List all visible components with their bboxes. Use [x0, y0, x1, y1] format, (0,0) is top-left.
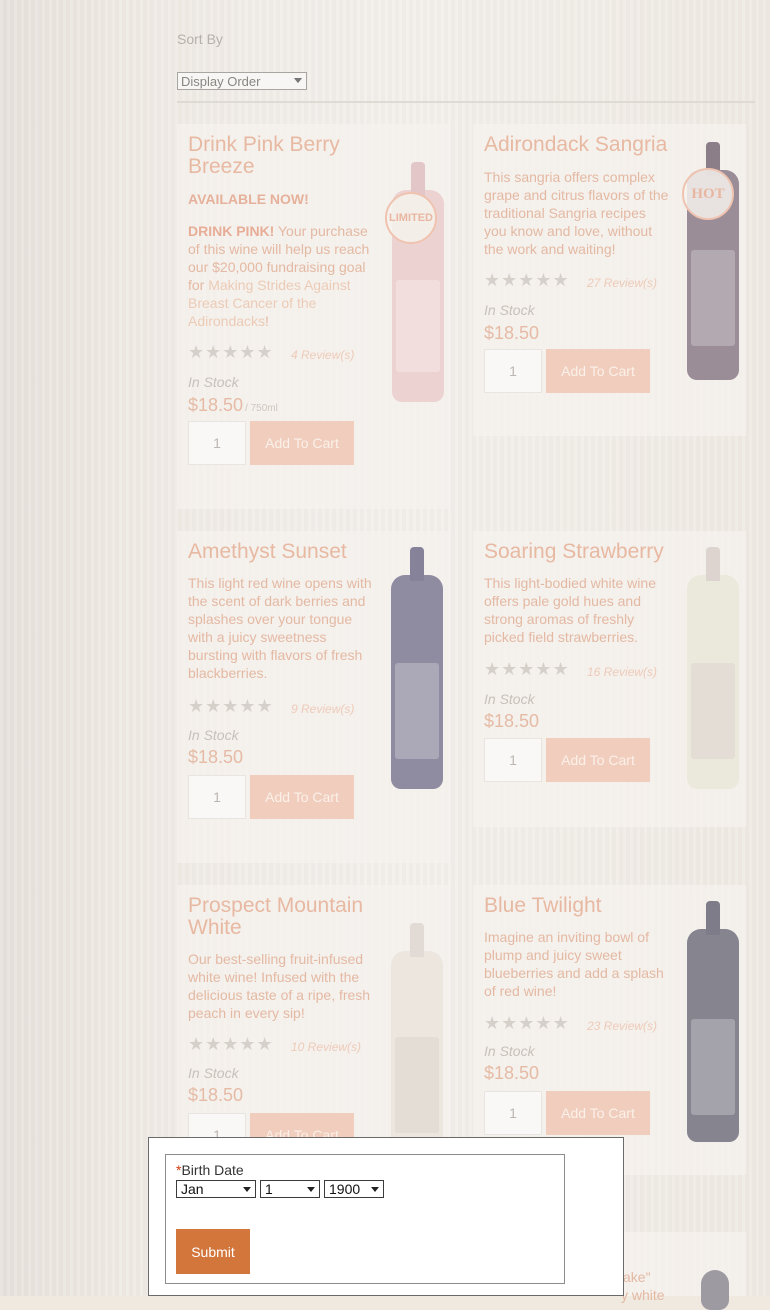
bottle-neck: [706, 547, 720, 581]
rating-stars: ★★★★★: [188, 342, 274, 362]
sort-by-label: Sort By: [177, 31, 223, 47]
rating-stars: ★★★★★: [188, 696, 274, 716]
price-value: $18.50: [188, 395, 244, 415]
price-unit: / 750ml: [245, 403, 278, 414]
availability-note: AVAILABLE NOW!: [188, 191, 309, 207]
chevron-down-icon: [243, 1187, 251, 1192]
add-to-cart-button[interactable]: Add To Cart: [250, 421, 354, 465]
quantity-input[interactable]: 1: [188, 421, 246, 465]
bottle-neck: [706, 901, 720, 935]
day-select[interactable]: 1: [260, 1180, 320, 1198]
price: $18.50: [484, 711, 540, 731]
product-description: AVAILABLE NOW! DRINK PINK! Your purchase…: [188, 190, 378, 330]
product-bottle-image[interactable]: [701, 1270, 729, 1310]
bottle-neck: [410, 547, 424, 581]
day-value: 1: [265, 1181, 273, 1197]
charity-link[interactable]: Making Strides Against Breast Cancer of …: [188, 277, 351, 329]
product-name[interactable]: Adirondack Sangria: [484, 134, 674, 156]
divider: [177, 101, 755, 103]
year-select[interactable]: 1900: [324, 1180, 384, 1198]
product-description: Imagine an inviting bowl of plump and ju…: [484, 929, 664, 999]
bottle-label: [691, 1019, 735, 1115]
bottle-neck: [411, 162, 425, 196]
bottle-label: [691, 663, 735, 759]
stock-status: In Stock: [484, 1043, 535, 1059]
stock-status: In Stock: [188, 374, 239, 390]
price: $18.50/ 750ml: [188, 395, 278, 416]
quantity-input[interactable]: 1: [484, 738, 542, 782]
product-name[interactable]: Soaring Strawberry: [484, 541, 674, 563]
product-listing: Sort By Display Order Drink Pink Berry B…: [0, 0, 770, 1310]
month-value: Jan: [181, 1181, 204, 1197]
product-card: Amethyst Sunset This light red wine open…: [177, 531, 450, 863]
product-bottle-image[interactable]: [687, 547, 739, 789]
partial-desc-line1: ake": [623, 1269, 651, 1285]
bottle-neck: [410, 923, 424, 957]
product-card: Soaring Strawberry This light-bodied whi…: [473, 531, 746, 827]
product-card: Adirondack Sangria This sangria offers c…: [473, 124, 746, 436]
product-description: This light red wine opens with the scent…: [188, 575, 372, 681]
stock-status: In Stock: [188, 727, 239, 743]
submit-button[interactable]: Submit: [176, 1229, 250, 1274]
age-verification-modal: *Birth Date Jan 1 1900 Submit: [148, 1137, 624, 1296]
year-value: 1900: [329, 1181, 361, 1197]
limited-badge-icon: LIMITED: [385, 192, 437, 244]
add-to-cart-button[interactable]: Add To Cart: [546, 738, 650, 782]
product-name[interactable]: Drink Pink Berry Breeze: [188, 134, 378, 178]
rating-stars: ★★★★★: [484, 270, 570, 290]
birth-date-label-text: Birth Date: [181, 1162, 244, 1178]
review-count[interactable]: 9 Review(s): [291, 702, 354, 716]
product-name[interactable]: Amethyst Sunset: [188, 541, 378, 563]
rating-stars: ★★★★★: [188, 1034, 274, 1054]
price: $18.50: [188, 1085, 244, 1105]
stock-status: In Stock: [484, 302, 535, 318]
product-description: This light-bodied white wine offers pale…: [484, 575, 656, 645]
stock-status: In Stock: [484, 691, 535, 707]
rating-stars: ★★★★★: [484, 659, 570, 679]
product-name[interactable]: Blue Twilight: [484, 895, 674, 917]
quantity-input[interactable]: 1: [484, 1091, 542, 1135]
price: $18.50: [484, 323, 540, 343]
review-count[interactable]: 23 Review(s): [587, 1019, 657, 1033]
desc-bold: DRINK PINK!: [188, 223, 275, 239]
product-card: Drink Pink Berry Breeze AVAILABLE NOW! D…: [177, 124, 450, 509]
desc-end: !: [265, 313, 269, 329]
birth-date-label: *Birth Date: [176, 1162, 244, 1178]
bottle-label: [396, 280, 440, 372]
product-bottle-image[interactable]: [687, 901, 739, 1142]
partial-desc-line2: y white: [621, 1287, 665, 1303]
product-name[interactable]: Prospect Mountain White: [188, 895, 378, 939]
sort-select-value: Display Order: [181, 74, 261, 89]
chevron-down-icon: [294, 78, 302, 83]
month-select[interactable]: Jan: [176, 1180, 256, 1198]
bottle-label: [395, 663, 439, 759]
birth-date-form: *Birth Date Jan 1 1900 Submit: [165, 1154, 565, 1284]
review-count[interactable]: 4 Review(s): [291, 348, 354, 362]
chevron-down-icon: [371, 1187, 379, 1192]
price: $18.50: [188, 747, 244, 767]
product-description: This sangria offers complex grape and ci…: [484, 169, 669, 257]
product-description: Our best-selling fruit-infused white win…: [188, 951, 371, 1021]
hot-badge-icon: HOT: [682, 168, 734, 220]
price: $18.50: [484, 1063, 540, 1083]
review-count[interactable]: 27 Review(s): [587, 276, 657, 290]
rating-stars: ★★★★★: [484, 1013, 570, 1033]
sort-select[interactable]: Display Order: [177, 72, 307, 90]
add-to-cart-button[interactable]: Add To Cart: [546, 1091, 650, 1135]
stock-status: In Stock: [188, 1065, 239, 1081]
bottle-label: [395, 1037, 439, 1133]
product-bottle-image[interactable]: [391, 923, 443, 1151]
product-card: Blue Twilight Imagine an inviting bowl o…: [473, 885, 746, 1175]
product-bottle-image[interactable]: [391, 547, 443, 789]
review-count[interactable]: 10 Review(s): [291, 1040, 361, 1054]
quantity-input[interactable]: 1: [188, 775, 246, 819]
add-to-cart-button[interactable]: Add To Cart: [250, 775, 354, 819]
review-count[interactable]: 16 Review(s): [587, 665, 657, 679]
bottle-label: [691, 250, 735, 346]
chevron-down-icon: [307, 1187, 315, 1192]
add-to-cart-button[interactable]: Add To Cart: [546, 349, 650, 393]
quantity-input[interactable]: 1: [484, 349, 542, 393]
